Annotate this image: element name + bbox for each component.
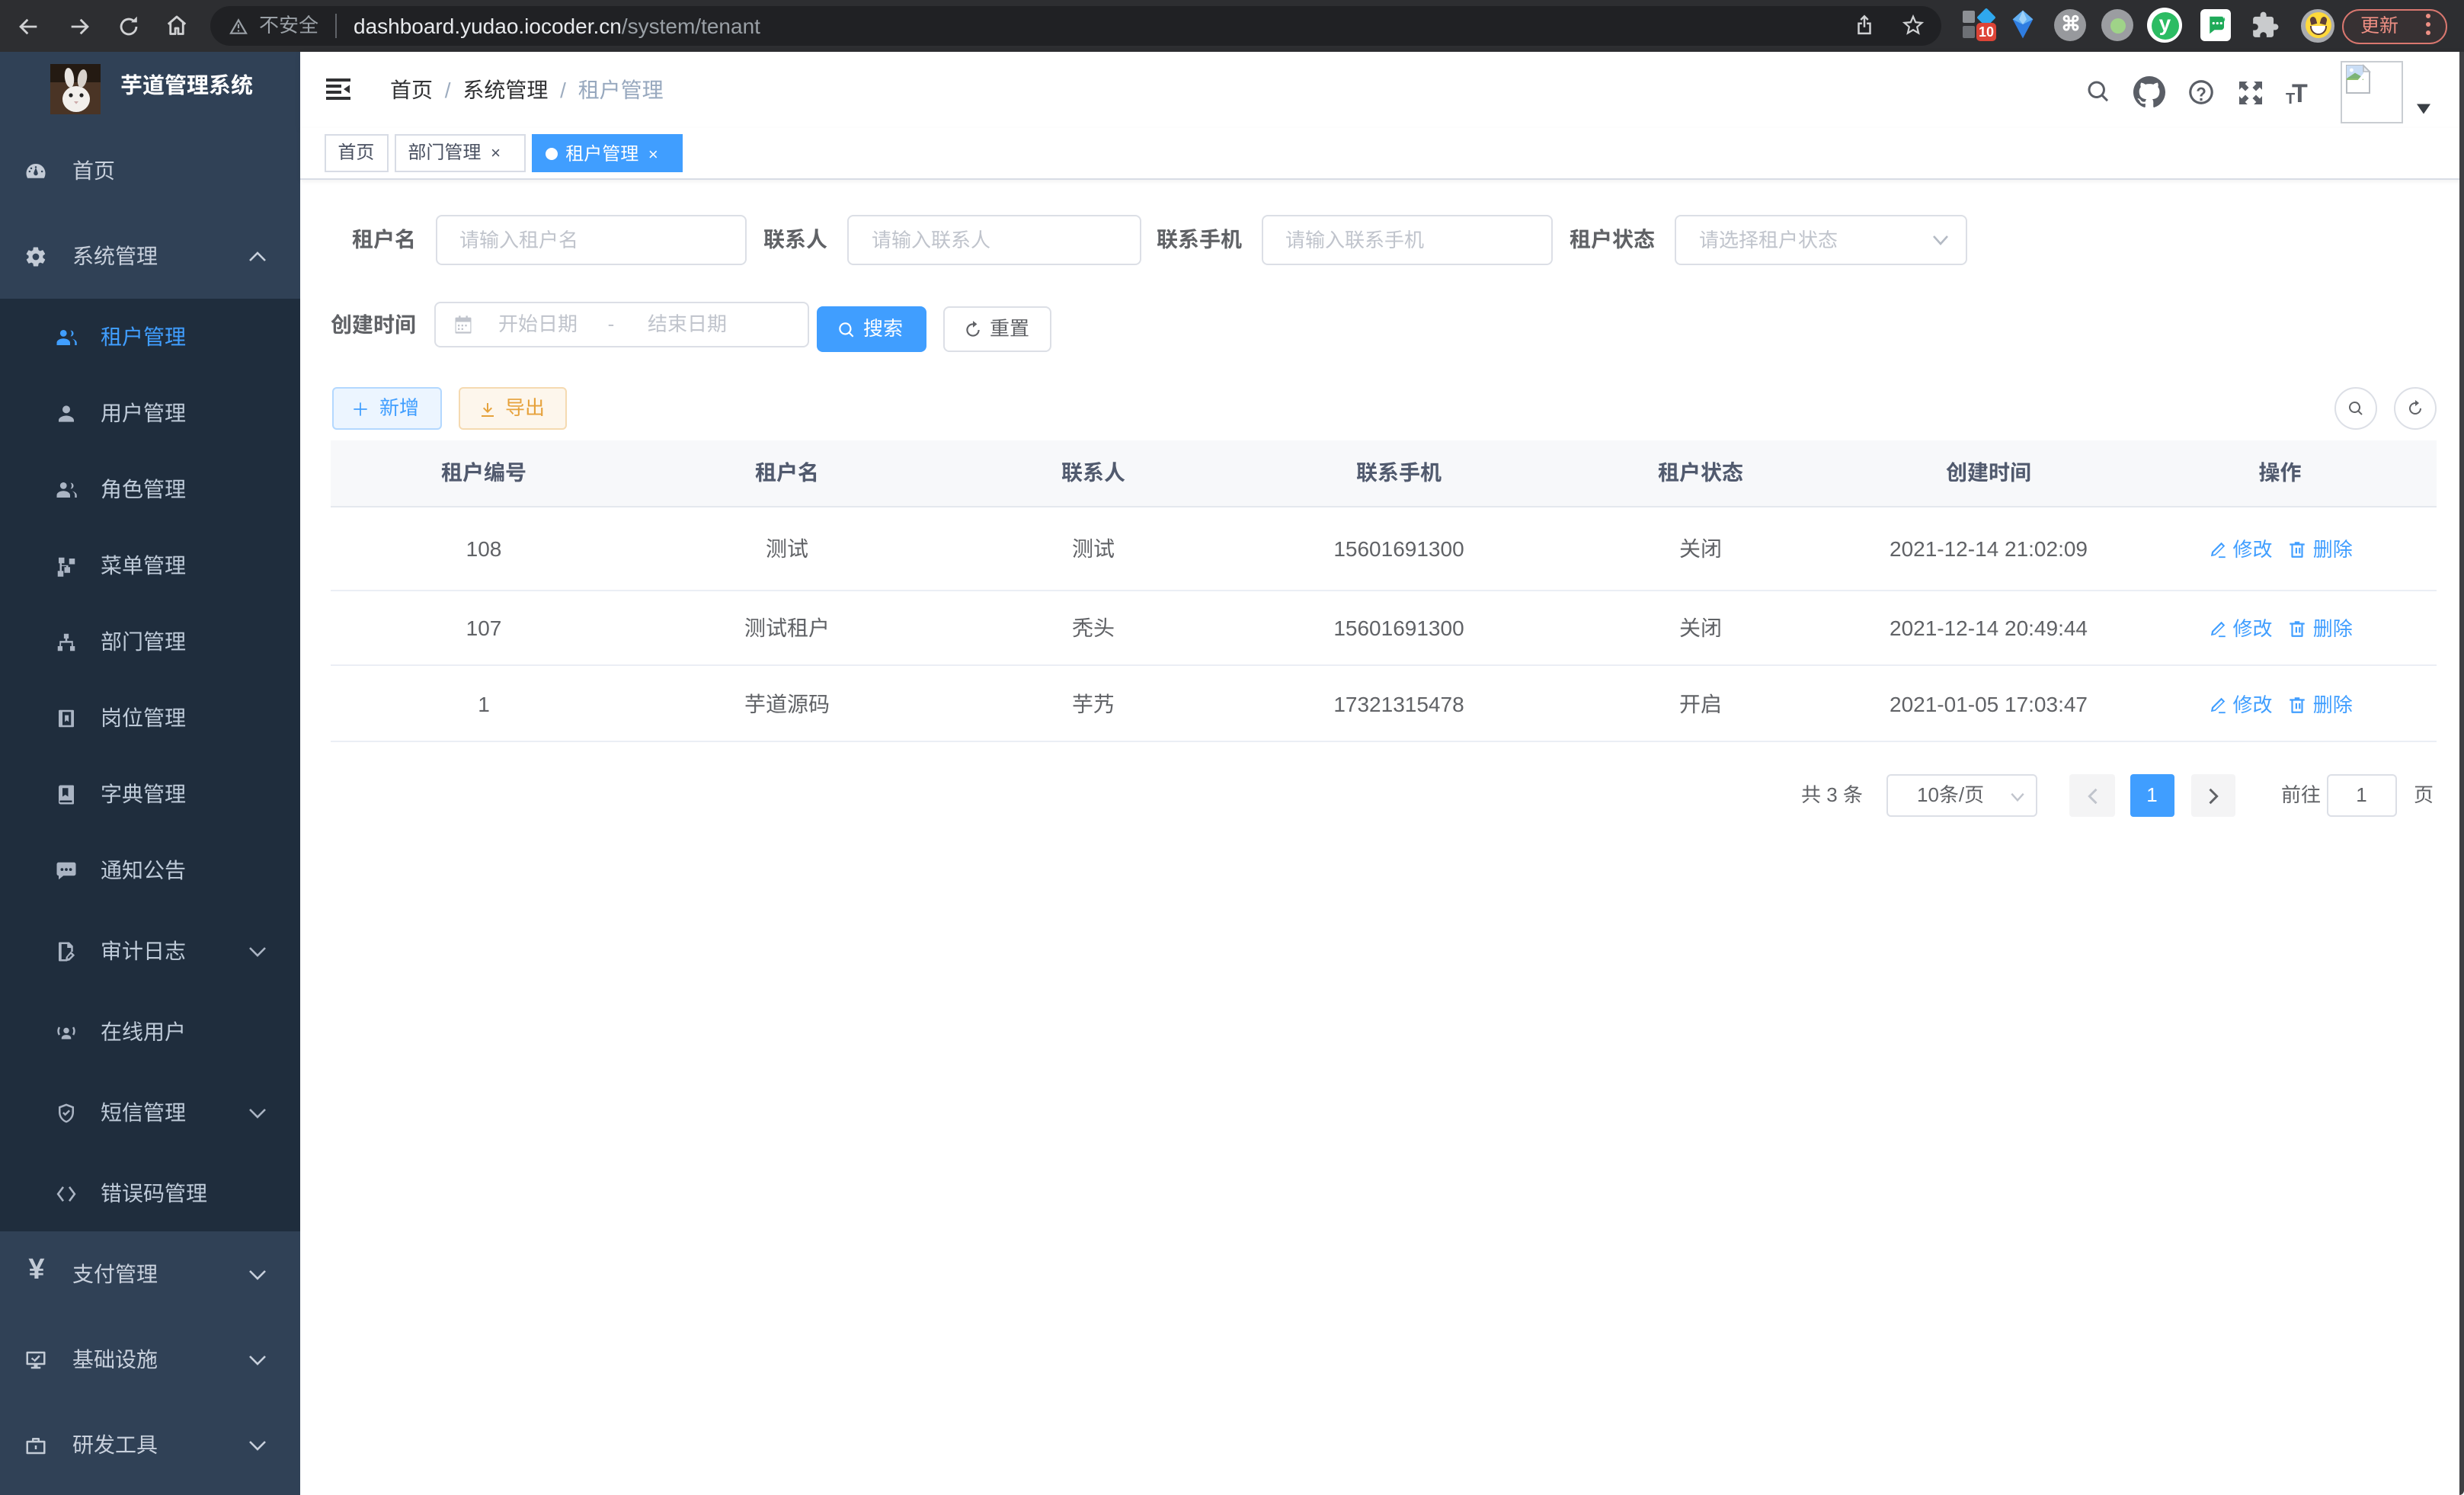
- svg-text:T: T: [2286, 91, 2295, 105]
